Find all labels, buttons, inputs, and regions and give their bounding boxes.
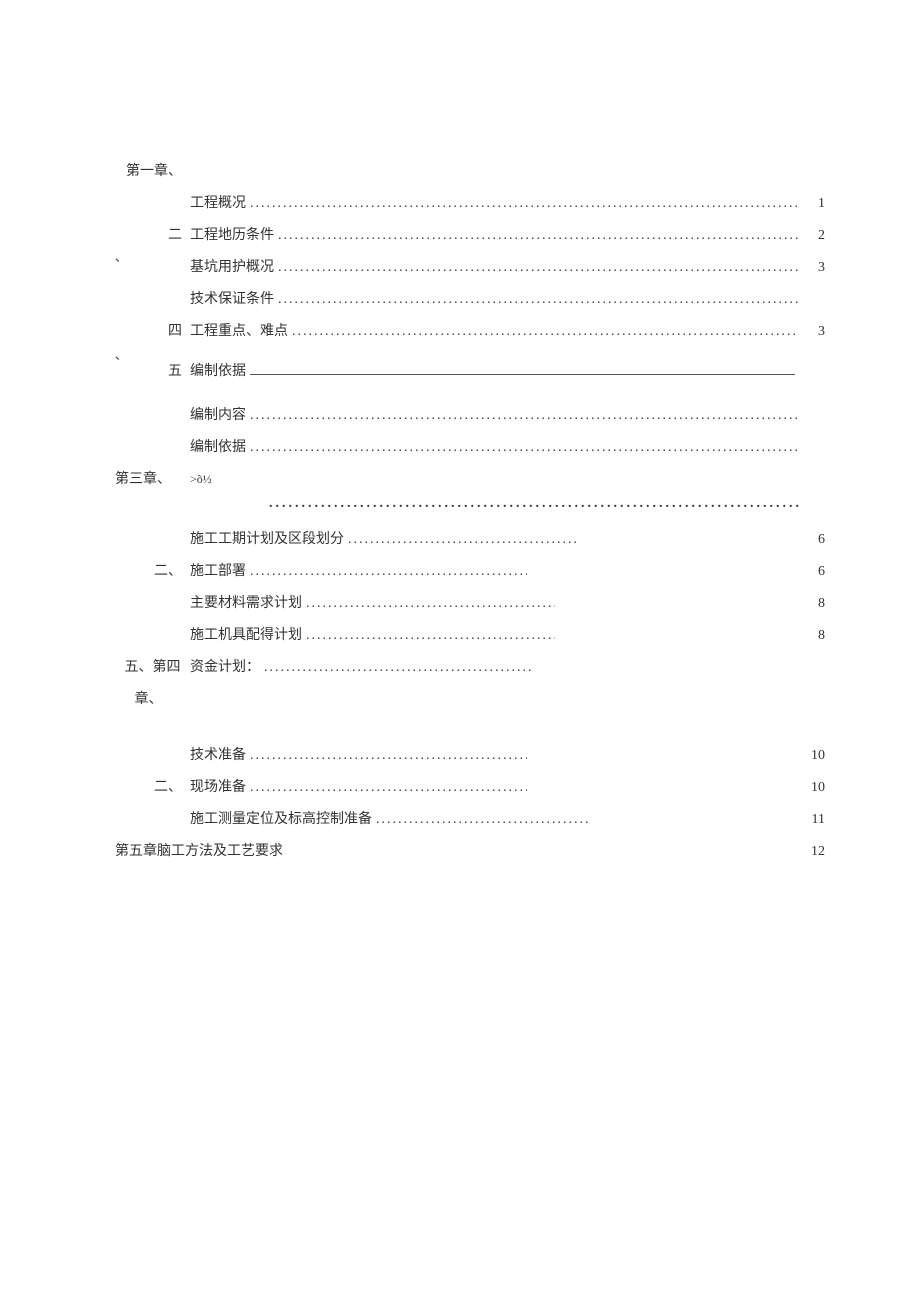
entry-label: 二 [115,224,190,244]
spacer [115,720,825,744]
entry-label: 四 [115,320,190,340]
entry-text: 技术保证条件 [190,288,274,308]
toc-underscore [250,361,795,375]
entry-page: 8 [799,596,825,612]
toc-dots [246,440,799,456]
toc-dots [372,812,590,828]
entry-page: 11 [799,812,825,828]
toc-dots [246,748,527,764]
entry-label: 二、 [115,776,190,796]
toc-page: 第一章、 工程概况 1 二 工程地历条件 2 、 基坑用护概况 3 技术保证条件… [0,0,920,862]
entry-text: 工程概况 [190,192,246,212]
entry-page: 3 [799,260,825,276]
toc-dots [260,660,534,676]
entry-text: 施工工期计划及区段划分 [190,528,344,548]
chapter-3-label: 第三章、 [115,468,190,488]
toc-dots [274,292,799,308]
chapter-1-label: 第一章、 [115,160,190,180]
entry-page: 8 [799,628,825,644]
entry-text: 编制依据 [190,436,246,456]
entry-page: 6 [799,532,825,548]
entry-text: 主要材料需求计划 [190,592,302,612]
entry-text: 施工部署 [190,560,246,580]
toc-entry: 编制内容 [115,404,825,426]
entry-text: 编制内容 [190,404,246,424]
entry-text: 技术准备 [190,744,246,764]
toc-dots [246,196,799,212]
toc-entry: 技术保证条件 [115,288,825,310]
toc-dots [302,596,555,612]
entry-page: 10 [799,780,825,796]
toc-entry: 五、第四 资金计划： [115,656,825,678]
comma-text: 、 [115,250,127,264]
entry-text: 施工测量定位及标高控制准备 [190,808,372,828]
toc-dots [246,780,527,796]
toc-entry: 二、 施工部署 6 [115,560,825,582]
entry-text: 编制依据 [190,360,246,380]
toc-dots [274,260,799,276]
toc-dots [274,228,799,244]
entry-page: 10 [799,748,825,764]
chapter-5-heading: 第五章脑工方法及工艺要求 12 [115,840,825,862]
entry-label: 五、第四 [115,656,190,676]
entry-label: 二、 [115,560,190,580]
label-continuation: 章、 [115,688,825,710]
entry-page: 3 [799,324,825,340]
toc-dots [265,496,799,512]
toc-entry: 基坑用护概况 3 [115,256,825,278]
toc-entry: 编制依据 [115,436,825,458]
entry-page: 2 [799,228,825,244]
entry-text: 现场准备 [190,776,246,796]
spacer [115,392,825,404]
entry-page: 6 [799,564,825,580]
entry-text: 工程重点、难点 [190,320,288,340]
toc-entry: 主要材料需求计划 8 [115,592,825,614]
toc-dots [246,564,527,580]
entry-text: 资金计划： [190,656,260,676]
chapter-3-heading: 第三章、 >õ½ [115,468,825,490]
entry-text: 工程地历条件 [190,224,274,244]
toc-dots [246,408,799,424]
toc-dots [302,628,555,644]
toc-entry: 五 编制依据 [115,360,825,382]
chapter-5-label: 第五章脑工方法及工艺要求 [115,840,283,860]
toc-entry: 二 工程地历条件 2 [115,224,825,246]
entry-text: 基坑用护概况 [190,256,274,276]
toc-entry: 四 工程重点、难点 3 [115,320,825,342]
chapter-cont-label: 章、 [115,688,190,708]
toc-dots [344,532,576,548]
toc-entry: 二、 现场准备 10 [115,776,825,798]
entry-label: 五 [115,360,190,380]
toc-entry: 施工工期计划及区段划分 6 [115,528,825,550]
toc-entry: 施工测量定位及标高控制准备 11 [115,808,825,830]
toc-entry: 施工机具配得计划 8 [115,624,825,646]
chapter-3-dots [115,496,825,518]
toc-entry: 工程概况 1 [115,192,825,214]
chapter-5-page: 12 [799,844,825,860]
toc-dots [288,324,799,340]
entry-text: 施工机具配得计划 [190,624,302,644]
chapter-1-heading: 第一章、 [115,160,825,182]
chapter-3-suffix: >õ½ [190,472,212,487]
entry-page: 1 [799,196,825,212]
toc-entry: 技术准备 10 [115,744,825,766]
